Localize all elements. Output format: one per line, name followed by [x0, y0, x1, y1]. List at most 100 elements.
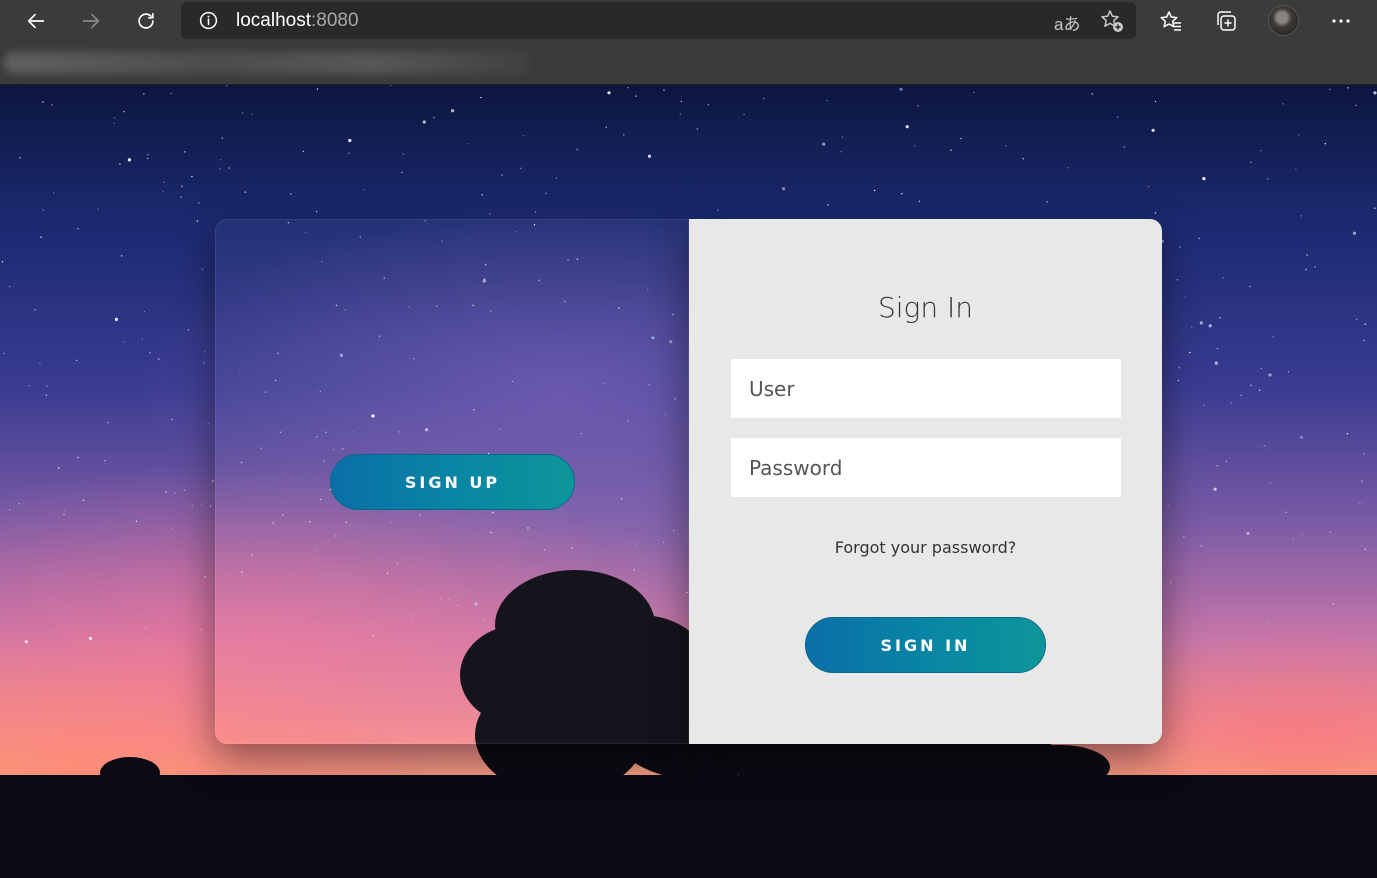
star — [58, 467, 60, 469]
refresh-button[interactable] — [131, 6, 161, 36]
star — [363, 189, 365, 191]
star — [107, 422, 109, 424]
star — [605, 126, 607, 128]
favorites-button[interactable] — [1156, 6, 1186, 36]
star — [191, 505, 194, 507]
ground — [0, 775, 1377, 878]
star — [1179, 246, 1181, 248]
star — [77, 228, 79, 230]
signup-panel: SIGN UP — [215, 219, 689, 744]
star — [120, 255, 123, 257]
address-bar[interactable]: localhost:8080 aあ — [181, 2, 1136, 39]
star — [1260, 150, 1262, 152]
star — [1346, 433, 1349, 435]
star — [696, 128, 698, 130]
star — [1198, 237, 1200, 240]
star — [1230, 402, 1232, 404]
star — [8, 285, 11, 288]
star — [198, 202, 200, 204]
star — [1364, 323, 1367, 325]
user-field[interactable] — [731, 359, 1121, 418]
star — [135, 520, 138, 522]
star — [51, 104, 53, 106]
star — [840, 151, 842, 153]
collections-button[interactable] — [1211, 6, 1241, 36]
star — [241, 112, 244, 114]
star — [113, 117, 116, 119]
star — [534, 211, 537, 213]
star — [841, 136, 844, 138]
star — [1347, 87, 1349, 89]
star — [28, 385, 30, 387]
star — [481, 194, 483, 196]
forward-icon — [82, 13, 100, 29]
star — [762, 97, 765, 100]
star — [183, 489, 186, 492]
star — [1267, 178, 1269, 180]
read-aloud-icon[interactable]: aあ — [1054, 10, 1080, 35]
forgot-password-link[interactable]: Forgot your password? — [689, 538, 1162, 557]
star — [467, 143, 469, 145]
star — [1022, 158, 1024, 160]
star — [433, 116, 435, 119]
blurred-favorites — [4, 52, 529, 74]
star — [1374, 207, 1376, 209]
page-background: SIGN UP Sign In Forgot your password? SI… — [0, 85, 1377, 878]
star — [743, 113, 745, 116]
star — [42, 209, 44, 211]
star — [1199, 321, 1203, 325]
star — [1176, 279, 1179, 281]
star — [40, 236, 42, 238]
star — [251, 113, 253, 115]
sign-up-button[interactable]: SIGN UP — [330, 454, 575, 510]
star — [917, 105, 919, 107]
star — [1314, 266, 1317, 268]
star — [489, 213, 491, 215]
star — [53, 192, 55, 194]
star — [104, 460, 106, 462]
star — [1067, 167, 1069, 169]
star — [170, 92, 172, 95]
star — [113, 122, 115, 124]
address-url: localhost:8080 — [236, 10, 359, 32]
forward-button[interactable] — [76, 6, 106, 36]
star — [219, 168, 221, 170]
star — [1364, 548, 1366, 550]
star — [1324, 143, 1327, 145]
star — [9, 509, 11, 511]
star — [1, 261, 4, 263]
star — [171, 528, 173, 530]
star — [401, 171, 403, 174]
star — [191, 175, 193, 178]
profile-avatar[interactable] — [1268, 5, 1299, 36]
more-button[interactable] — [1326, 6, 1356, 36]
star — [45, 394, 48, 396]
star — [1249, 285, 1251, 288]
star — [973, 91, 975, 94]
url-port: :8080 — [311, 10, 359, 31]
add-favorite-icon[interactable] — [1099, 8, 1125, 34]
star — [1298, 134, 1300, 136]
star — [1091, 93, 1094, 95]
star — [348, 138, 352, 143]
star — [201, 268, 204, 270]
star — [143, 311, 146, 313]
star — [147, 154, 149, 156]
star — [1268, 373, 1272, 377]
star — [1246, 531, 1250, 535]
info-icon[interactable] — [198, 10, 219, 31]
star — [1329, 88, 1331, 90]
back-button[interactable] — [21, 6, 51, 36]
star — [1300, 215, 1302, 217]
star — [221, 137, 224, 139]
star — [480, 96, 482, 99]
star — [1202, 177, 1206, 181]
star — [162, 190, 164, 193]
star — [1177, 379, 1180, 382]
star — [42, 101, 44, 103]
star — [1359, 502, 1361, 504]
sign-in-button[interactable]: SIGN IN — [805, 617, 1046, 673]
password-field[interactable] — [731, 438, 1121, 497]
star — [1214, 361, 1218, 365]
star — [1363, 453, 1365, 455]
